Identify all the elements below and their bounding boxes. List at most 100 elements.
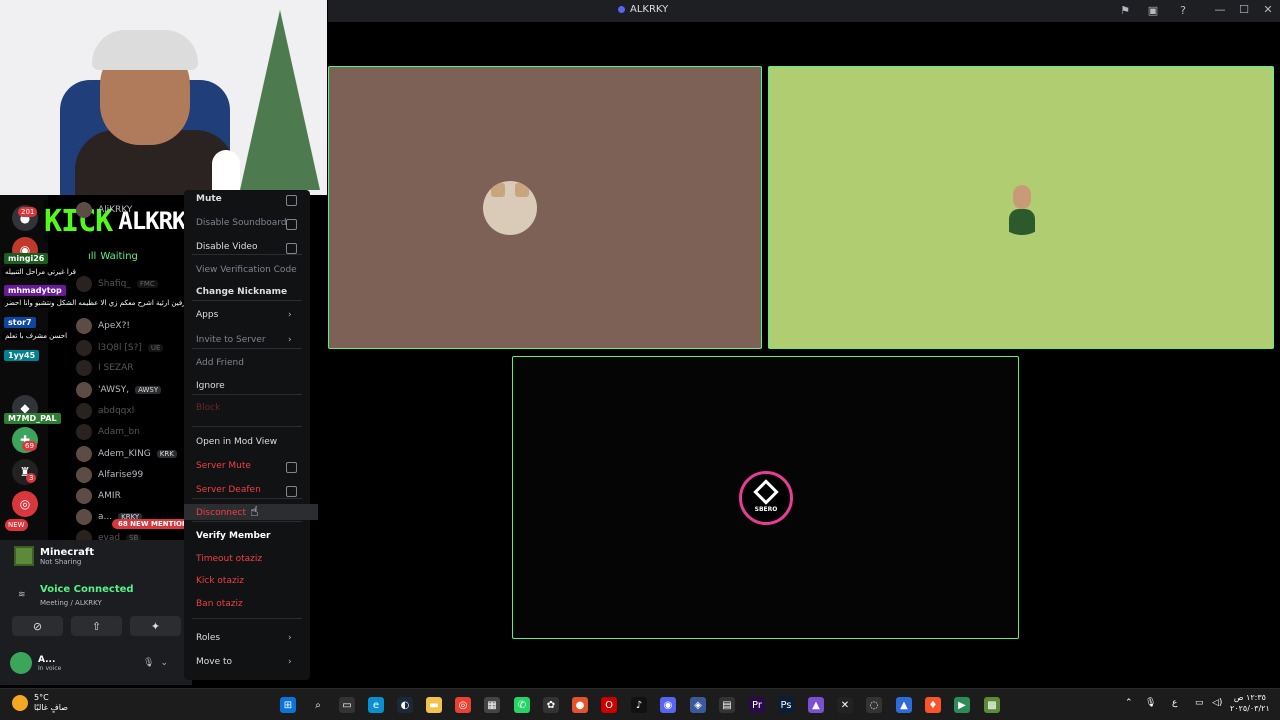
app-icon[interactable]: ▲ (808, 697, 824, 713)
share-screen-icon[interactable]: ⇧ (71, 616, 122, 636)
capcut-icon[interactable]: ✕ (837, 697, 853, 713)
video-tile-cat[interactable] (328, 66, 762, 349)
photoshop-icon[interactable]: Ps (778, 697, 794, 713)
obs-icon[interactable]: ◌ (866, 697, 882, 713)
member-row[interactable]: ApeX?! (76, 316, 130, 336)
menu-checkbox[interactable] (286, 219, 297, 230)
menu-item[interactable]: Disable Video (196, 242, 257, 252)
whatsapp-icon[interactable]: ✆ (514, 697, 530, 713)
mention-badge: 69 (22, 441, 37, 451)
member-row[interactable]: Adam_bn (76, 422, 140, 442)
app-icon[interactable]: ▤ (719, 697, 735, 713)
microphone-icon[interactable]: 🎙 (1145, 698, 1156, 708)
menu-item[interactable]: Disable Soundboard (196, 218, 287, 228)
menu-item[interactable]: Ignore (196, 381, 225, 391)
member-row[interactable]: Shafiq_ FMC (76, 274, 158, 294)
menu-item[interactable]: Move to (196, 657, 232, 667)
member-row[interactable]: AMIR (76, 486, 121, 506)
menu-item[interactable]: Invite to Server (196, 335, 266, 345)
menu-item[interactable]: Verify Member (196, 531, 270, 541)
app-icon[interactable]: ▲ (896, 697, 912, 713)
start-icon[interactable]: ⊞ (280, 697, 296, 713)
chevron-up-icon[interactable]: ⌃ (1125, 698, 1133, 708)
help-icon[interactable]: ? (1176, 4, 1190, 18)
opera-icon[interactable]: O (601, 697, 617, 713)
maximize-button[interactable]: ☐ (1234, 3, 1254, 16)
activity[interactable]: Minecraft Not Sharing (14, 546, 94, 566)
menu-item[interactable]: Mute (196, 194, 222, 204)
menu-item[interactable]: Apps (196, 310, 218, 320)
minecraft-icon[interactable]: ▩ (984, 697, 1000, 713)
menu-item[interactable]: Disconnect (196, 508, 246, 518)
close-button[interactable]: ✕ (1258, 3, 1278, 16)
diamond-icon (753, 479, 779, 505)
mention-badge: 201 (18, 207, 38, 217)
clock[interactable]: ١٢:٣٥ ص ٢٠٢٥/٠٣/٢١ (1230, 692, 1270, 714)
menu-item[interactable]: Roles (196, 633, 220, 643)
volume-icon[interactable]: ◁) (1212, 698, 1222, 708)
menu-item[interactable]: Ban otaziz (196, 599, 243, 609)
voice-channel[interactable]: Meeting / ALKRKY (40, 599, 102, 607)
member-row[interactable]: l3Q8l [S?] UE (76, 338, 164, 358)
app-icon[interactable]: ▶ (954, 697, 970, 713)
video-tile-user[interactable] (768, 66, 1274, 349)
task-view-icon[interactable]: ▭ (339, 697, 355, 713)
network-icon[interactable]: ▭ (1195, 698, 1204, 708)
member-row[interactable]: 'AWSY, AWSY (76, 380, 162, 400)
inbox-icon[interactable]: ⚑ (1118, 4, 1132, 18)
member-row[interactable]: I SEZAR (76, 358, 134, 378)
mention-badge: 3 (26, 473, 37, 483)
menu-separator (192, 498, 302, 499)
camera-off-icon[interactable]: ⊘ (12, 616, 63, 636)
menu-checkbox[interactable] (286, 486, 297, 497)
menu-item[interactable]: Server Mute (196, 461, 251, 471)
chevron-down-icon[interactable]: ⌄ (160, 658, 168, 668)
chrome-icon[interactable]: ◎ (455, 697, 471, 713)
chatgpt-icon[interactable]: ✿ (543, 697, 559, 713)
menu-item[interactable]: Add Friend (196, 358, 244, 368)
menu-item[interactable]: Server Deafen (196, 485, 261, 495)
member-row[interactable]: Alfarise99 (76, 465, 143, 485)
menu-separator (192, 426, 302, 427)
menu-checkbox[interactable] (286, 195, 297, 206)
cat-ear (515, 183, 529, 197)
minimize-button[interactable]: — (1210, 3, 1230, 16)
new-badge[interactable]: NEW (5, 519, 28, 531)
menu-item[interactable]: Block (196, 403, 220, 413)
activities-icon[interactable]: ✦ (130, 616, 181, 636)
member-row[interactable]: AliKRKY (76, 200, 132, 220)
menu-checkbox[interactable] (286, 243, 297, 254)
tiktok-icon[interactable]: ♪ (631, 697, 647, 713)
menu-item[interactable]: View Verification Code (196, 265, 297, 275)
discord-icon[interactable]: ◉ (660, 697, 676, 713)
app-icon[interactable]: ● (572, 697, 588, 713)
user-info[interactable]: A... In voice (10, 652, 61, 674)
activity-status: Not Sharing (40, 557, 82, 566)
menu-item[interactable]: Change Nickname (196, 287, 287, 297)
screen-icon[interactable]: ▣ (1146, 4, 1160, 18)
app-icon[interactable]: ▦ (484, 697, 500, 713)
voice-status[interactable]: Voice Connected (40, 584, 134, 595)
microphone-icon[interactable]: 🎙 (143, 658, 154, 668)
menu-checkbox[interactable] (286, 462, 297, 473)
search-icon[interactable]: ⌕ (310, 697, 326, 713)
video-tile-sbero[interactable]: SBERO (512, 356, 1019, 639)
menu-item[interactable]: Open in Mod View (196, 437, 277, 447)
menu-item[interactable]: Kick otaziz (196, 576, 244, 586)
app-icon[interactable]: ◈ (690, 697, 706, 713)
language-icon[interactable]: ع (1172, 698, 1177, 708)
server-icon[interactable]: ◎ (12, 491, 38, 517)
brave-icon[interactable]: ♦ (925, 697, 941, 713)
menu-item[interactable]: Timeout otaziz (196, 554, 262, 564)
steam-icon[interactable]: ◐ (397, 697, 413, 713)
weather-widget[interactable]: 5°C صافٍ غالبًا (12, 693, 68, 713)
username: A... (38, 654, 56, 665)
folder-icon[interactable]: ▬ (426, 697, 442, 713)
avatar (76, 318, 92, 334)
premiere-icon[interactable]: Pr (749, 697, 765, 713)
member-row[interactable]: abdqqxl (76, 401, 134, 421)
streamer-webcam (0, 0, 327, 195)
user-controls: 🎙 ⌄ (143, 658, 168, 668)
member-row[interactable]: Adem_KING KRK (76, 444, 177, 464)
edge-icon[interactable]: e (368, 697, 384, 713)
